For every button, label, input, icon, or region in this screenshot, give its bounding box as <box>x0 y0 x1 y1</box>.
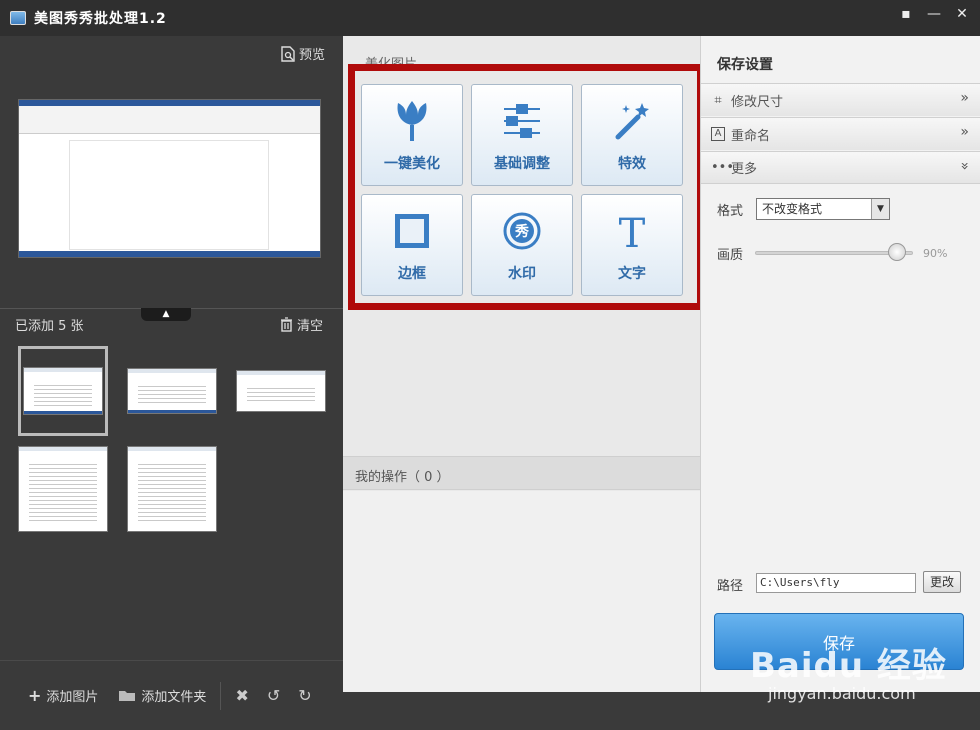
thumbnail-item[interactable] <box>18 444 108 534</box>
path-label: 路径 <box>717 579 744 594</box>
tile-label: 特效 <box>618 156 646 172</box>
close-button[interactable]: ✕ <box>950 4 974 24</box>
my-operations-header: 我的操作（ 0 ） <box>343 456 700 490</box>
rotate-left-icon[interactable]: ↺ <box>267 686 280 705</box>
text-button[interactable]: T 文字 <box>581 194 683 296</box>
more-section[interactable]: ••• 更多 » <box>701 151 980 184</box>
format-select[interactable]: 不改变格式 ▼ <box>756 198 890 220</box>
minimize-button[interactable]: — <box>922 4 946 24</box>
my-operations-label: 我的操作（ 0 ） <box>355 470 450 485</box>
tile-label: 文字 <box>618 266 646 282</box>
rotate-right-icon[interactable]: ↻ <box>298 686 311 705</box>
feedback-icon[interactable]: ▪ <box>894 4 918 24</box>
thumbnail-item[interactable] <box>127 444 217 534</box>
image-list-panel: 预览 ▲ 已添加 5 张 清空 + 添加图片 添加文件夹 ✖ ↺ ↻ <box>0 36 343 730</box>
collapse-preview-toggle[interactable]: ▲ <box>141 308 191 321</box>
dropdown-arrow-icon: ▼ <box>871 199 889 219</box>
tile-label: 水印 <box>508 266 536 282</box>
thumbnail-item[interactable] <box>236 346 326 436</box>
chevron-right-icon: » <box>960 124 969 140</box>
format-value: 不改变格式 <box>762 202 823 216</box>
operations-list <box>343 491 700 692</box>
add-folder-button[interactable]: 添加文件夹 <box>118 686 206 705</box>
delete-icon[interactable]: ✖ <box>235 686 248 705</box>
chevron-down-icon: » <box>956 161 973 171</box>
thumbnail-item[interactable] <box>18 346 108 436</box>
window-controls: ▪ — ✕ <box>894 4 974 24</box>
preview-file-icon <box>281 45 295 62</box>
clear-button[interactable]: 清空 <box>280 315 323 334</box>
quality-label: 画质 <box>717 248 744 263</box>
list-toolbar: + 添加图片 添加文件夹 ✖ ↺ ↻ <box>0 660 343 730</box>
frame-button[interactable]: 边框 <box>361 194 463 296</box>
resize-label: 修改尺寸 <box>731 94 784 110</box>
sliders-icon <box>504 104 540 138</box>
one-click-beautify-button[interactable]: 一键美化 <box>361 84 463 186</box>
more-label: 更多 <box>731 162 758 177</box>
svg-text:秀: 秀 <box>514 223 530 240</box>
plus-icon: + <box>28 686 42 705</box>
watermark-icon: 秀 <box>503 212 541 250</box>
tile-label: 一键美化 <box>384 156 440 172</box>
tulip-icon <box>397 101 427 141</box>
preview-image <box>18 99 321 258</box>
preview-button[interactable]: 预览 <box>281 44 325 63</box>
chevron-right-icon: » <box>960 90 969 106</box>
quality-value: 90% <box>923 247 948 260</box>
save-path-input[interactable]: C:\Users\fly <box>756 573 916 593</box>
text-icon: T <box>619 211 646 251</box>
window-title: 美图秀秀批处理1.2 <box>34 11 167 27</box>
rename-label: 重命名 <box>731 128 771 144</box>
tile-label: 基础调整 <box>494 156 550 172</box>
baidu-watermark-logo: Baidu 经验 <box>750 646 947 686</box>
resize-section[interactable]: ⌗ 修改尺寸 » <box>701 83 980 116</box>
app-logo-icon <box>10 11 26 25</box>
quality-slider-handle[interactable] <box>888 243 907 261</box>
added-count-label: 已添加 5 张 <box>15 319 84 334</box>
crop-icon: ⌗ <box>714 92 722 108</box>
watermark-button[interactable]: 秀 水印 <box>471 194 573 296</box>
save-settings-panel: 保存设置 ⌗ 修改尺寸 » A 重命名 » ••• 更多 » 格式 不改变格式 … <box>700 36 980 692</box>
highlight-box: 一键美化 基础调整 特效 边框 秀 水印 T 文字 <box>348 64 704 310</box>
trash-icon <box>280 317 292 332</box>
thumbnail-item[interactable] <box>127 346 217 436</box>
watermark-url: jingyan.baidu.com <box>768 684 916 703</box>
add-image-button[interactable]: + 添加图片 <box>28 686 98 705</box>
basic-adjust-button[interactable]: 基础调整 <box>471 84 573 186</box>
effects-button[interactable]: 特效 <box>581 84 683 186</box>
toolbar-separator <box>220 681 222 710</box>
tile-label: 边框 <box>398 266 426 282</box>
add-folder-label: 添加文件夹 <box>141 690 207 705</box>
clear-label: 清空 <box>296 319 323 334</box>
magic-wand-icon <box>615 103 649 140</box>
format-label: 格式 <box>717 204 744 219</box>
add-image-label: 添加图片 <box>46 690 99 705</box>
beautify-panel: 美化图片 一键美化 基础调整 特效 边框 秀 水印 <box>343 36 704 692</box>
rename-icon: A <box>711 127 725 141</box>
rename-section[interactable]: A 重命名 » <box>701 117 980 150</box>
change-path-button[interactable]: 更改 <box>923 571 961 593</box>
more-dots-icon: ••• <box>711 160 735 175</box>
preview-label: 预览 <box>298 48 325 63</box>
save-settings-title: 保存设置 <box>717 57 773 73</box>
folder-icon <box>119 691 136 701</box>
title-bar: 美图秀秀批处理1.2 ▪ — ✕ <box>0 0 980 36</box>
frame-icon <box>395 214 429 248</box>
svg-text:T: T <box>619 211 646 251</box>
tool-grid: 一键美化 基础调整 特效 边框 秀 水印 T 文字 <box>361 84 683 296</box>
